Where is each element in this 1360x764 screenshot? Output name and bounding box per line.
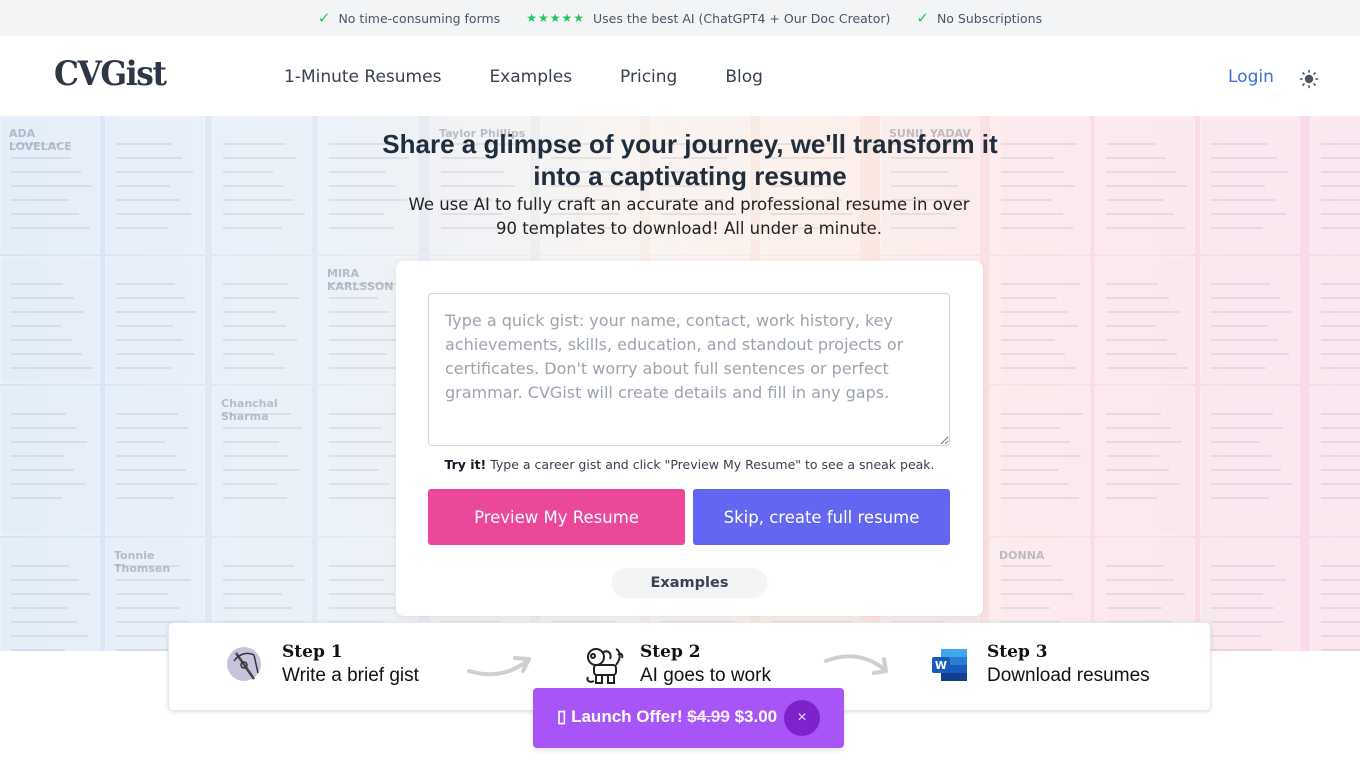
hero-section: ADA LOVELACE Tonnie Thomsen Chanchal Sharm… — [0, 116, 1360, 651]
check-icon: ✓ — [916, 9, 929, 27]
try-it-hint: Try it! Type a career gist and click "Pr… — [396, 457, 983, 472]
examples-button[interactable]: Examples — [612, 568, 767, 597]
stars-icon: ★★★★★ — [526, 11, 585, 25]
offer-text: ▯ Launch Offer! $4.99 $3.00 — [557, 707, 777, 727]
hint-text: Type a career gist and click "Preview My… — [486, 457, 935, 472]
feature-label: No time-consuming forms — [338, 10, 501, 26]
feature-no-forms: ✓ No time-consuming forms — [318, 9, 500, 27]
feature-best-ai: ★★★★★ Uses the best AI (ChatGPT4 + Our D… — [526, 11, 890, 26]
login-link[interactable]: Login — [1228, 67, 1274, 87]
step-title: Step 2 — [640, 642, 701, 662]
feature-no-subscriptions: ✓ No Subscriptions — [916, 9, 1042, 27]
skip-create-full-resume-button[interactable]: Skip, create full resume — [693, 489, 950, 545]
hero-title: Share a glimpse of your journey, we'll t… — [382, 129, 998, 191]
step-1: Step 1 Write a brief gist — [224, 641, 419, 689]
logo[interactable]: CVGist — [54, 54, 167, 94]
arrow-icon — [467, 656, 531, 677]
close-icon[interactable]: × — [784, 700, 820, 736]
step-title: Step 1 — [282, 642, 343, 662]
new-price: $3.00 — [734, 707, 778, 726]
sun-icon[interactable] — [1299, 69, 1319, 89]
step-label: Download resumes — [987, 665, 1150, 686]
offer-label: Launch Offer! — [571, 707, 683, 726]
nav-blog[interactable]: Blog — [725, 67, 763, 87]
robot-dog-icon — [586, 648, 624, 684]
announcement-bar: ✓ No time-consuming forms ★★★★★ Uses the… — [0, 0, 1360, 36]
nav-1-minute-resumes[interactable]: 1-Minute Resumes — [284, 67, 441, 87]
arrow-icon — [824, 654, 888, 675]
feature-label: Uses the best AI (ChatGPT4 + Our Doc Cre… — [593, 10, 891, 26]
step-title: Step 3 — [987, 642, 1048, 662]
gist-card: Try it! Type a career gist and click "Pr… — [396, 261, 983, 616]
gist-input[interactable] — [428, 293, 950, 446]
launch-offer-banner[interactable]: ▯ Launch Offer! $4.99 $3.00 × — [533, 688, 844, 748]
offer-glyph: ▯ — [557, 707, 567, 726]
step-label: AI goes to work — [640, 665, 771, 686]
word-doc-icon: W — [932, 649, 967, 681]
svg-text:W: W — [935, 659, 947, 672]
old-price: $4.99 — [687, 707, 730, 726]
step-3: W Step 3 Download resumes — [929, 641, 1150, 689]
step-2: Step 2 AI goes to work — [582, 641, 771, 689]
step-label: Write a brief gist — [282, 665, 419, 686]
nav-pricing[interactable]: Pricing — [620, 67, 677, 87]
feature-label: No Subscriptions — [936, 10, 1043, 26]
hero-subtitle: We use AI to fully craft an accurate and… — [408, 195, 970, 238]
preview-resume-button[interactable]: Preview My Resume — [428, 489, 685, 545]
check-icon: ✓ — [317, 9, 331, 27]
main-nav: 1-Minute Resumes Examples Pricing Blog — [284, 67, 763, 87]
pen-hand-icon — [227, 647, 261, 681]
hint-strong: Try it! — [444, 457, 487, 472]
nav-examples[interactable]: Examples — [489, 67, 572, 87]
site-header: CVGist 1-Minute Resumes Examples Pricing… — [0, 36, 1360, 116]
